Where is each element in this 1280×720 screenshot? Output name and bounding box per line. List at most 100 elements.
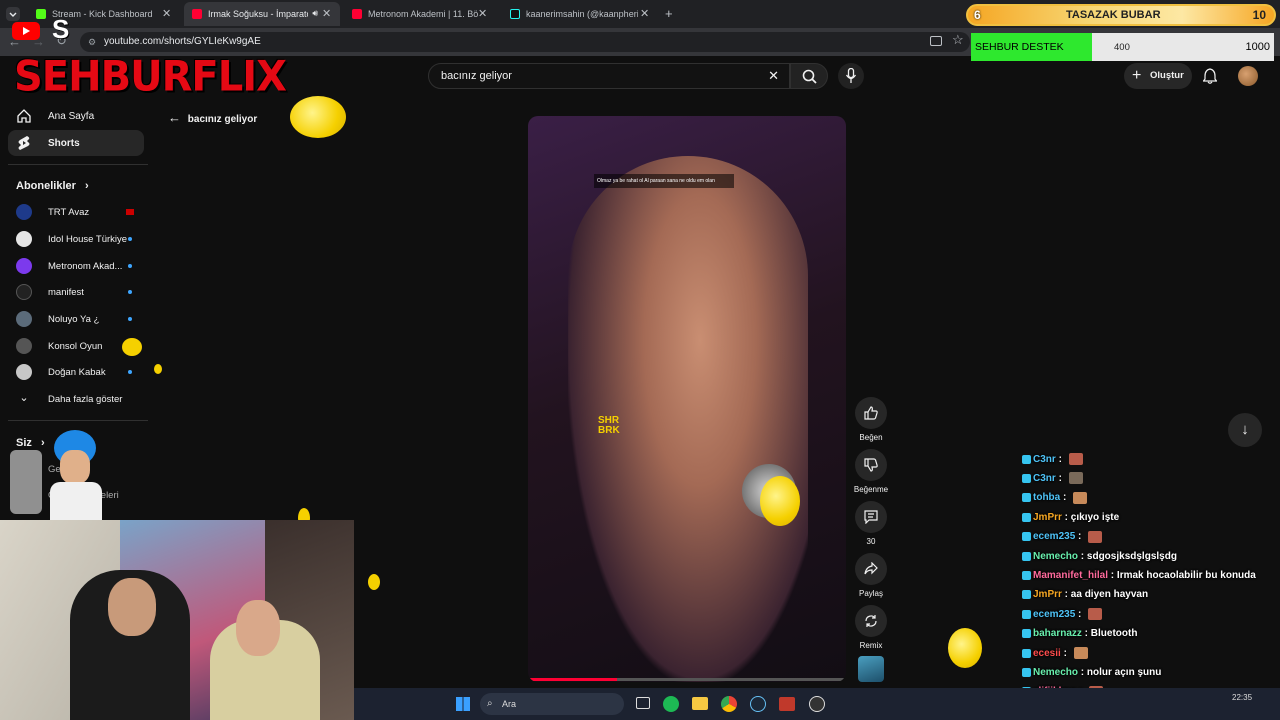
remix-icon [864, 614, 878, 628]
chat-message: ecesii : [1022, 644, 1088, 662]
live-icon [126, 209, 134, 215]
close-tab-icon[interactable]: ✕ [322, 8, 334, 20]
comments-button[interactable]: 30 [855, 501, 887, 546]
close-tab-icon[interactable]: ✕ [162, 8, 174, 20]
chat-badge-icon [1022, 532, 1031, 542]
chat-username[interactable]: tohba [1033, 492, 1060, 503]
share-button[interactable]: Paylaş [855, 553, 887, 598]
search-input[interactable]: bacınız geliyor ✕ [428, 63, 790, 89]
chat-username[interactable]: JmPrr [1033, 512, 1062, 523]
taskbar-search[interactable]: ⌕ Ara [480, 693, 624, 715]
tab-kick-dashboard[interactable]: Stream - Kick Dashboard ✕ [28, 2, 180, 26]
avatar [16, 364, 32, 380]
chat-username[interactable]: Nemecho [1033, 667, 1078, 678]
home-icon [16, 108, 32, 124]
thumbs-down-icon [864, 458, 878, 472]
tab-metronom[interactable]: Metronom Akademi | 11. Bölüm ✕ [344, 2, 496, 26]
chat-username[interactable]: Nemecho [1033, 551, 1078, 562]
tab-youtube-irmak[interactable]: Irmak Soğuksu - İmparator · 🔊︎ ✕ [184, 2, 340, 26]
chat-username[interactable]: ecesii [1033, 648, 1061, 659]
like-button[interactable]: Beğen [855, 397, 887, 442]
tab-tiktok[interactable]: kaanerimsahin (@kaanpheristh ✕ [502, 2, 658, 26]
chat-message: JmPrr : çıkıyo işte [1022, 508, 1119, 526]
chat-badge-icon [1022, 551, 1031, 561]
dislike-button[interactable]: Beğenme [854, 449, 888, 494]
sidebar-channel-metronom[interactable]: Metronom Akad... [8, 253, 144, 279]
chat-badge-icon [1022, 667, 1031, 677]
close-tab-icon[interactable]: ✕ [640, 8, 652, 20]
spotify-icon[interactable] [663, 696, 679, 712]
arrow-down-icon: ↓ [1241, 421, 1249, 438]
avatar [16, 231, 32, 247]
subscriptions-title[interactable]: Abonelikler › [16, 180, 89, 192]
create-button[interactable]: + Oluştur [1124, 63, 1192, 89]
donation-goal-bar: 6 TASAZAK BUBAR 10 [966, 4, 1276, 26]
show-more-button[interactable]: ⌄ Daha fazla göster [8, 386, 144, 412]
notifications-bell-icon[interactable] [1203, 68, 1217, 84]
user-avatar[interactable] [1238, 66, 1258, 86]
comment-icon [864, 510, 878, 524]
shorts-icon [16, 135, 32, 151]
chat-username[interactable]: baharnazz [1033, 628, 1082, 639]
chat-emote-icon [1073, 647, 1088, 659]
duck-sticker [154, 364, 162, 374]
chat-username[interactable]: Mamanifet_hilal [1033, 570, 1108, 581]
steam-icon[interactable] [750, 696, 766, 712]
next-video-button[interactable]: ↓ [1228, 413, 1262, 447]
clear-search-icon[interactable]: ✕ [768, 64, 779, 88]
close-tab-icon[interactable]: ✕ [478, 8, 490, 20]
task-view-icon[interactable] [636, 697, 650, 709]
obs-icon[interactable] [809, 696, 825, 712]
chat-username[interactable]: C3nr [1033, 454, 1056, 465]
url-field[interactable]: ⚙ youtube.com/shorts/GYLIeKw9gAE [80, 32, 970, 52]
voice-search-button[interactable] [838, 63, 864, 89]
chat-username[interactable]: C3nr [1033, 473, 1056, 484]
support-goal: 1000 [1245, 41, 1270, 53]
tray-time[interactable]: 22:35 [1232, 693, 1252, 702]
app-icon[interactable] [779, 697, 795, 711]
new-tab-button[interactable]: + [665, 6, 673, 21]
plus-icon: + [1132, 67, 1142, 84]
chat-username[interactable]: JmPrr [1033, 589, 1062, 600]
chrome-icon[interactable] [721, 696, 737, 712]
windows-start-icon[interactable] [456, 697, 470, 711]
chat-message: Nemecho : sdgosjksdşlgslşdg [1022, 547, 1177, 565]
chat-message: C3nr : [1022, 450, 1083, 468]
chat-message: tohba : [1022, 489, 1088, 507]
chat-separator: : [1060, 492, 1070, 504]
youtube-icon [352, 9, 362, 19]
youtube-icon [192, 9, 202, 19]
chat-separator: : [1078, 550, 1087, 562]
sound-thumbnail[interactable] [858, 656, 884, 682]
shorts-video-player[interactable]: Olmaz ya be rahat ol Al paraan sana ne o… [528, 116, 846, 682]
chat-username[interactable]: ecem235 [1033, 531, 1075, 542]
chat-username[interactable]: ecem235 [1033, 609, 1075, 620]
chat-text: sdgosjksdşlgslşdg [1086, 550, 1177, 562]
sidebar-channel-trt-avaz[interactable]: TRT Avaz [8, 199, 144, 225]
tab-search-icon[interactable] [6, 7, 20, 21]
sidebar-channel-idol-house[interactable]: Idol House Türkiye [8, 226, 144, 252]
search-button[interactable] [790, 63, 828, 89]
video-progress-fill [528, 678, 618, 681]
file-explorer-icon[interactable] [692, 697, 708, 710]
sidebar-channel-noluyo-ya[interactable]: Noluyo Ya ¿ [8, 306, 144, 332]
speaker-icon[interactable]: 🔊︎ [312, 8, 318, 19]
chat-badge-icon [1022, 473, 1031, 483]
install-app-icon[interactable] [930, 36, 942, 46]
bookmark-star-icon[interactable]: ☆ [952, 32, 964, 48]
chat-badge-icon [1022, 609, 1031, 619]
chat-emote-icon [1068, 453, 1083, 465]
video-progress-bar[interactable] [528, 678, 846, 681]
sidebar-channel-dogan-kabak[interactable]: Doğan Kabak [8, 359, 144, 385]
page-back-button[interactable]: ← bacınız geliyor [168, 110, 257, 125]
microphone-icon [846, 68, 856, 84]
duck-sticker [290, 96, 346, 138]
chat-text: aa diyen hayvan [1070, 589, 1149, 601]
new-content-dot [128, 290, 132, 294]
sidebar-channel-manifest[interactable]: manifest [8, 279, 144, 305]
overlay-s-letter: S [52, 14, 70, 44]
sidebar-item-shorts[interactable]: Shorts [8, 130, 144, 156]
site-info-icon[interactable]: ⚙ [88, 32, 96, 52]
remix-button[interactable]: Remix [855, 605, 887, 650]
sidebar-item-home[interactable]: Ana Sayfa [8, 103, 144, 129]
